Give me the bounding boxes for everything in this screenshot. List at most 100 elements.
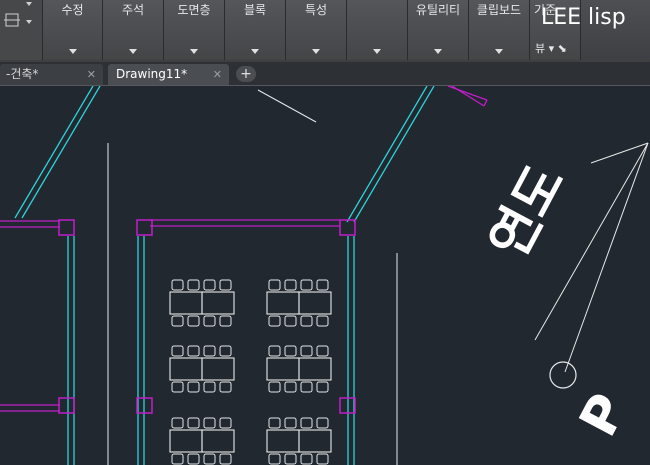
chair [219,315,232,327]
desk [169,291,203,315]
panel-label: 주석 [121,3,145,17]
tab-label: -건축* [6,67,39,81]
ribbon: 수정 주석 도면층 블록 특성 유틸리티 클립보드 기준 뷰 ▾ ⬊ LEE l… [0,0,650,62]
desk [298,429,332,453]
chair [219,279,232,291]
chair [300,345,313,357]
panel-label: 도면층 [177,3,211,17]
chair [187,417,200,429]
chevron-down-icon[interactable] [129,49,137,54]
grid-bubble [549,361,577,389]
chair [284,345,297,357]
chair [171,453,184,465]
chevron-down-icon[interactable] [26,20,32,24]
chevron-down-icon[interactable] [373,49,381,54]
desk [266,291,300,315]
chair [316,279,329,291]
file-tab-bar: -건축* ✕ Drawing11* ✕ [0,62,650,86]
panel-properties[interactable]: 특성 [286,0,347,60]
chair [187,453,200,465]
chair [268,453,281,465]
chevron-down-icon[interactable] [434,49,442,54]
chair [284,315,297,327]
chair [300,279,313,291]
panel-label: 클립보드 [476,3,522,17]
desk [298,291,332,315]
chair [219,417,232,429]
chair [316,453,329,465]
chair [219,345,232,357]
panel-annotation[interactable]: 주석 [103,0,164,60]
chair [316,345,329,357]
furniture [169,279,332,465]
chevron-down-icon[interactable] [312,49,320,54]
ribbon-left-tools [0,0,43,60]
chair [203,381,216,393]
chair [171,381,184,393]
chevron-down-icon[interactable] [251,49,259,54]
desk [201,429,235,453]
chair [300,417,313,429]
panel-label: 수정 [61,3,84,17]
chair [300,315,313,327]
panel-utilities[interactable]: 유틸리티 [408,0,469,60]
tool-icons[interactable] [0,0,42,60]
view-label[interactable]: 뷰 ▾ ⬊ [535,40,567,56]
chair [316,315,329,327]
panel-block[interactable]: 블록 [225,0,286,60]
panel-clipboard[interactable]: 클립보드 [469,0,530,60]
tab-architecture[interactable]: -건축* ✕ [0,64,103,85]
panel-modify[interactable]: 수정 [43,0,103,60]
chair [316,417,329,429]
overlay-title: LEE lisp [541,5,626,30]
chair [268,345,281,357]
chevron-down-icon[interactable] [26,2,32,6]
chair [268,381,281,393]
chair [203,279,216,291]
chair [268,279,281,291]
close-icon[interactable]: ✕ [213,64,222,85]
chair [284,417,297,429]
chair [187,345,200,357]
panel-label: 블록 [243,3,267,17]
chair [284,453,297,465]
chair [171,345,184,357]
wall-lines [14,86,435,465]
chair [219,381,232,393]
chevron-down-icon[interactable] [68,49,77,54]
desk [201,357,235,381]
chair [171,315,184,327]
desk [169,357,203,381]
annotation-lines [107,89,649,465]
panel-layers[interactable]: 도면층 [164,0,225,60]
beam-lines [0,86,488,412]
tab-label: Drawing11* [116,67,188,81]
desk [266,429,300,453]
chair [203,453,216,465]
chevron-down-icon[interactable] [495,49,503,54]
desk [266,357,300,381]
drawing-text-large-2: P [569,384,640,446]
chair [268,417,281,429]
desk [298,357,332,381]
chair [203,417,216,429]
chair [284,381,297,393]
chair [171,417,184,429]
chair [268,315,281,327]
panel-label: 특성 [304,3,328,17]
chair [219,453,232,465]
chair [187,279,200,291]
panel-label: 유틸리티 [415,3,461,17]
new-tab-button[interactable]: + [236,66,256,82]
drawing-canvas[interactable]: 연도 P [0,86,650,465]
tab-drawing11[interactable]: Drawing11* ✕ [108,64,229,85]
chair [300,381,313,393]
chair [203,345,216,357]
chair [316,381,329,393]
chair [187,381,200,393]
chevron-down-icon[interactable] [190,49,198,54]
panel-groups[interactable] [347,0,408,60]
close-icon[interactable]: ✕ [87,64,96,85]
desk [169,429,203,453]
chair [203,315,216,327]
